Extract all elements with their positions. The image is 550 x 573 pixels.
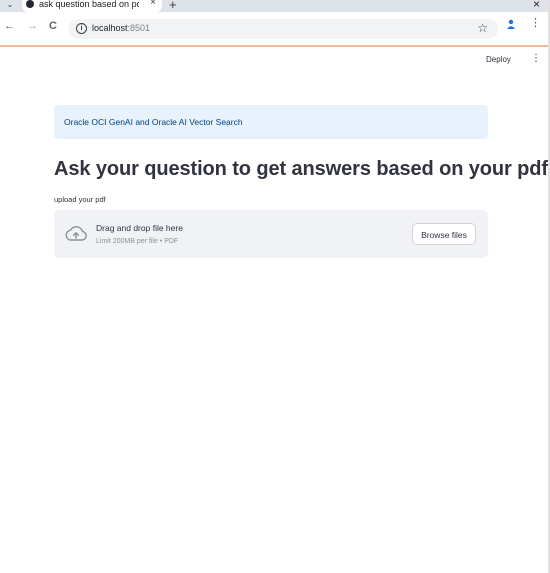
address-bar[interactable]: i localhost:8501 ☆ <box>68 19 498 39</box>
file-uploader-label: upload your pdf <box>54 195 106 204</box>
app-main-menu-icon[interactable]: ⋮ <box>531 53 541 64</box>
back-button[interactable]: ← <box>4 20 15 32</box>
tab-close-icon[interactable]: × <box>150 0 156 8</box>
dropzone-instructions: Drag and drop file here <box>96 223 183 233</box>
forward-button[interactable]: → <box>27 20 38 32</box>
new-tab-button[interactable]: + <box>169 0 177 12</box>
browser-menu-icon[interactable]: ⋮ <box>530 17 541 29</box>
browse-files-button[interactable]: Browse files <box>412 223 476 245</box>
deploy-button[interactable]: Deploy <box>486 55 511 64</box>
file-dropzone[interactable]: Drag and drop file here Limit 200MB per … <box>54 210 488 258</box>
streamlit-favicon-icon <box>26 0 34 8</box>
page-title: Ask your question to get answers based o… <box>54 158 548 180</box>
dropzone-limit-text: Limit 200MB per file • PDF <box>96 238 179 245</box>
url-text: localhost:8501 <box>92 23 151 33</box>
cloud-upload-icon <box>65 226 87 241</box>
reload-button[interactable]: C <box>49 20 57 32</box>
tab-search-icon[interactable]: ⌄ <box>2 0 18 12</box>
browser-tab[interactable]: ask question based on pd × <box>22 0 162 12</box>
browser-toolbar: ← → C i localhost:8501 ☆ <box>0 12 550 47</box>
info-alert: Oracle OCI GenAI and Oracle AI Vector Se… <box>54 105 488 139</box>
browser-tab-strip: ⌄ ask question based on pd × + × <box>0 0 550 12</box>
window-close-button[interactable]: × <box>533 0 540 11</box>
profile-icon[interactable] <box>506 19 516 29</box>
site-info-icon[interactable]: i <box>76 23 87 34</box>
bookmark-star-icon[interactable]: ☆ <box>477 21 488 35</box>
info-alert-text: Oracle OCI GenAI and Oracle AI Vector Se… <box>64 117 243 127</box>
tab-title: ask question based on pd <box>39 0 139 9</box>
